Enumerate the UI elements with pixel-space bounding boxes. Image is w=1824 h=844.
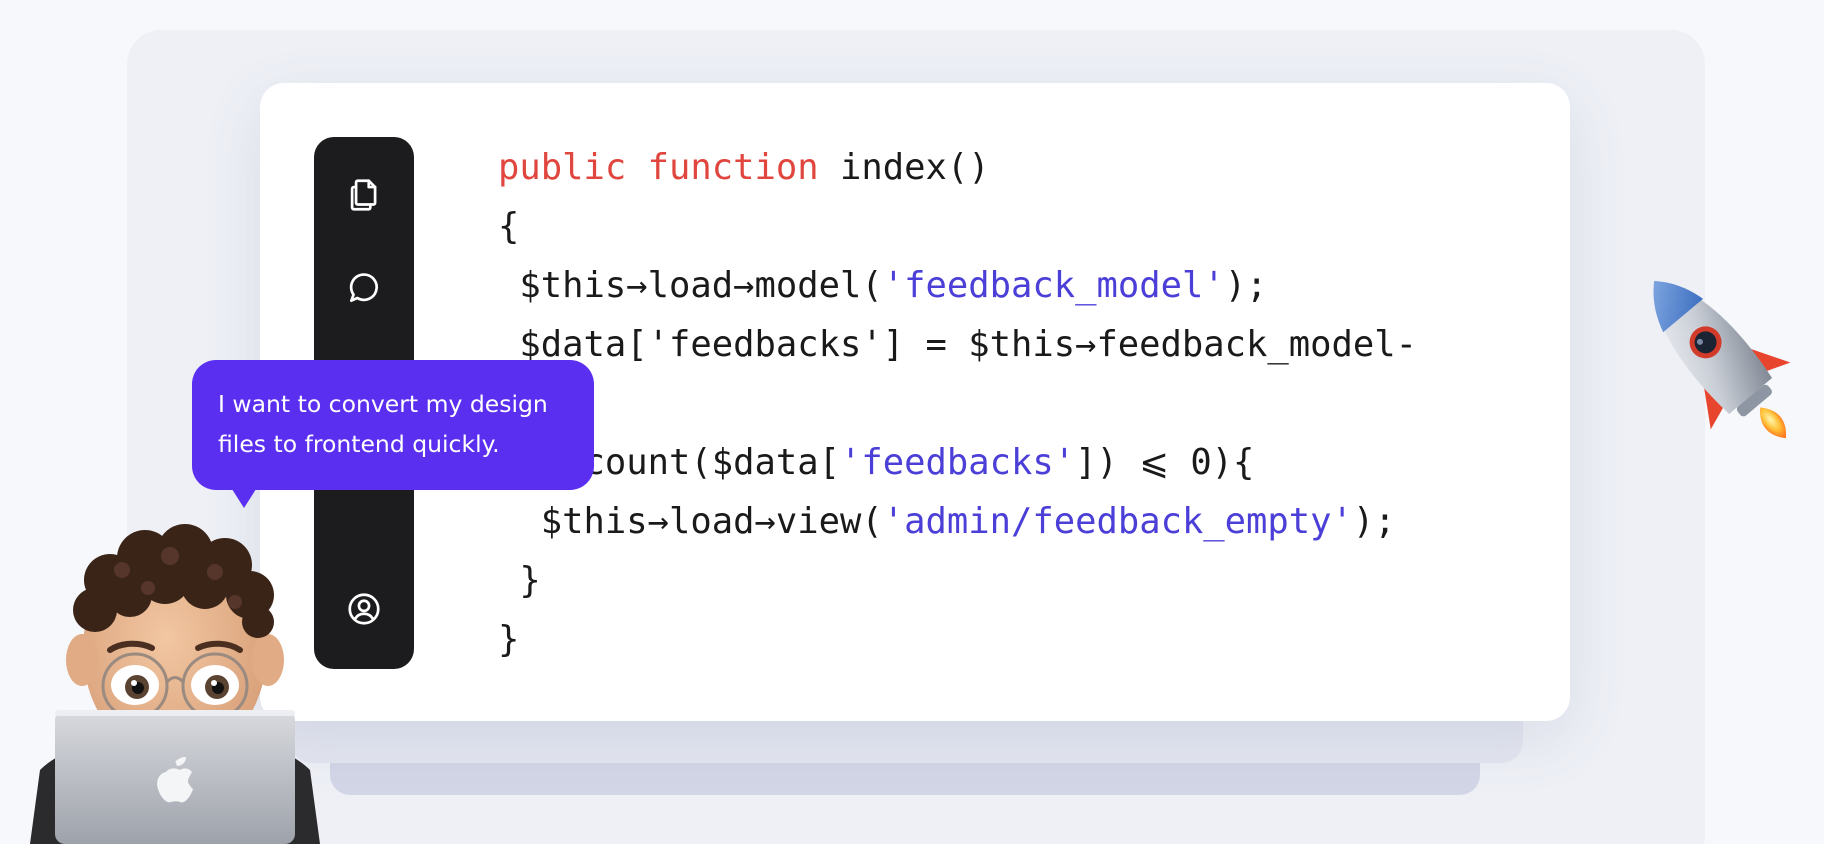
code-string: 'feedback_model' <box>882 265 1225 306</box>
comment-icon <box>349 273 379 303</box>
code-line: $this→load→view('admin/feedback_empty'); <box>498 492 1417 551</box>
code-line: } <box>498 551 1417 610</box>
code-line: $data['feedbacks'] = $this→feedback_mode… <box>498 315 1417 374</box>
comment-button[interactable] <box>339 263 389 313</box>
code-text: ); <box>1224 265 1268 306</box>
code-text: index() <box>818 147 990 188</box>
code-line: $this→load→model('feedback_model'); <box>498 256 1417 315</box>
code-text: } <box>498 619 520 660</box>
code-text: { <box>498 206 520 247</box>
profile-button[interactable] <box>339 584 389 634</box>
code-line: public function index() <box>498 138 1417 197</box>
copy-icon <box>350 179 377 211</box>
chat-bubble-line: files to frontend quickly. <box>218 430 500 458</box>
code-text: ]) ⩽ 0){ <box>1075 442 1255 483</box>
code-text: } <box>498 560 541 601</box>
chat-bubble-line: I want to convert my design <box>218 390 548 418</box>
developer-avatar <box>30 524 320 844</box>
code-text: $data['feedbacks'] = $this→feedback_mode… <box>498 324 1418 365</box>
code-text: ); <box>1352 501 1396 542</box>
code-keyword: public function <box>498 147 819 188</box>
code-block: public function index() { $this→load→mode… <box>498 138 1417 669</box>
chat-bubble-tail <box>230 486 258 508</box>
user-circle-icon <box>348 593 380 625</box>
copy-button[interactable] <box>339 170 389 220</box>
code-line: (); <box>498 374 1417 433</box>
rocket-illustration <box>1653 281 1791 439</box>
code-string: 'admin/feedback_empty' <box>882 501 1353 542</box>
code-line: if(count($data['feedbacks']) ⩽ 0){ <box>498 433 1417 492</box>
code-line: { <box>498 197 1417 256</box>
code-text: $this→load→model( <box>498 265 883 306</box>
chat-bubble: I want to convert my design files to fro… <box>192 360 594 490</box>
code-line: } <box>498 610 1417 669</box>
hero-illustration: public function index() { $this→load→mode… <box>0 0 1824 844</box>
code-text: $this→load→view( <box>498 501 883 542</box>
code-string: 'feedbacks' <box>839 442 1076 483</box>
